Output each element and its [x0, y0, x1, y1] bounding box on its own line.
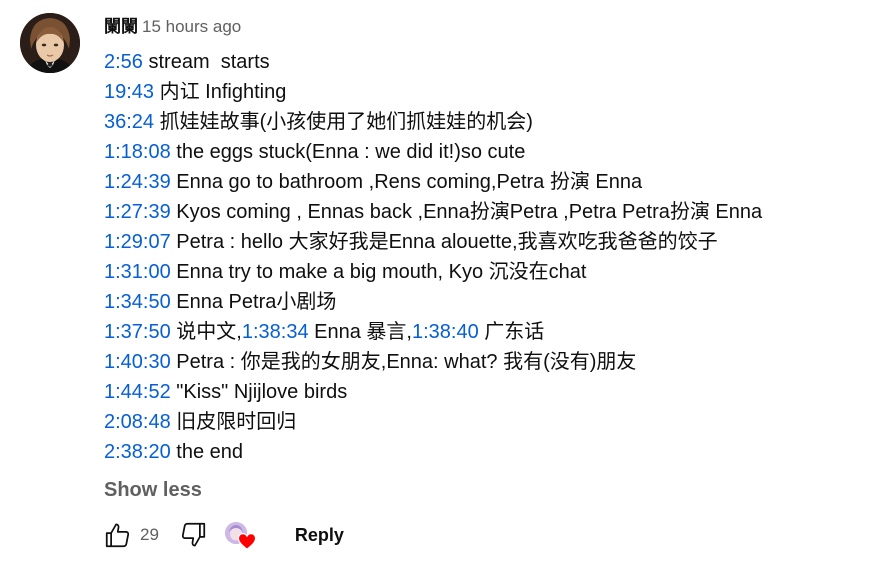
comment-line-text: 说中文,	[170, 321, 242, 343]
author-name[interactable]: 闌闌	[104, 17, 138, 36]
comment-line: 36:24 抓娃娃故事(小孩使用了她们抓娃娃的机会)	[104, 107, 874, 137]
timestamp-link[interactable]: 1:31:00	[104, 261, 171, 283]
comment-line: 1:44:52 "Kiss" Njijlove birds	[104, 377, 874, 407]
timestamp-link[interactable]: 1:37:50	[104, 321, 171, 343]
author-avatar[interactable]	[20, 13, 80, 73]
comment-line-text: the end	[170, 441, 244, 463]
comment-line: 1:29:07 Petra : hello 大家好我是Enna alouette…	[104, 227, 874, 257]
comment-line-text: Petra : 你是我的女朋友,Enna: what? 我有(没有)朋友	[170, 351, 637, 373]
like-count: 29	[140, 525, 159, 544]
timestamp-link[interactable]: 1:38:34	[242, 321, 309, 343]
timestamp-link[interactable]: 1:18:08	[104, 141, 171, 163]
comment-body: 闌闌 15 hours ago 2:56 stream starts 19:43 内…	[104, 14, 874, 505]
comment-line-text: Petra : hello 大家好我是Enna alouette,我喜欢吃我爸爸…	[170, 231, 718, 253]
timestamp-link[interactable]: 2:38:20	[104, 441, 171, 463]
comment-line-text: Enna 暴言,	[308, 321, 412, 343]
creator-heart	[223, 517, 259, 553]
timestamp-link[interactable]: 1:27:39	[104, 201, 171, 223]
reply-button[interactable]: Reply	[291, 517, 348, 554]
comment-line-text: 抓娃娃故事(小孩使用了她们抓娃娃的机会)	[154, 111, 533, 133]
timestamp-link[interactable]: 1:34:50	[104, 291, 171, 313]
comment-line: 1:40:30 Petra : 你是我的女朋友,Enna: what? 我有(没…	[104, 347, 874, 377]
like-button[interactable]	[98, 515, 138, 555]
comment-line: 1:18:08 the eggs stuck(Enna : we did it!…	[104, 137, 874, 167]
thumb-up-icon	[105, 523, 130, 548]
dislike-button[interactable]	[173, 515, 213, 555]
comment-line-text: Enna go to bathroom ,Rens coming,Petra 扮…	[170, 171, 643, 193]
comment-line: 1:27:39 Kyos coming , Ennas back ,Enna扮演…	[104, 197, 874, 227]
comment-line-text: 旧皮限时回归	[170, 411, 297, 433]
timestamp-link[interactable]: 1:44:52	[104, 381, 171, 403]
comment-line: 1:37:50 说中文,1:38:34 Enna 暴言,1:38:40 广东话	[104, 317, 874, 347]
timestamp-link[interactable]: 2:08:48	[104, 411, 171, 433]
comment-line: 19:43 内讧 Infighting	[104, 77, 874, 107]
comment-text: 2:56 stream starts 19:43 内讧 Infighting 36:…	[104, 47, 874, 467]
comment-header: 闌闌 15 hours ago	[104, 14, 874, 40]
comment-line: 2:08:48 旧皮限时回归	[104, 407, 874, 437]
timestamp-link[interactable]: 1:29:07	[104, 231, 171, 253]
timestamp-link[interactable]: 36:24	[104, 111, 154, 133]
author-avatar-image	[20, 13, 80, 73]
timestamp-link[interactable]: 2:56	[104, 51, 143, 73]
comment-line: 2:56 stream starts	[104, 47, 874, 77]
comment-time[interactable]: 15 hours ago	[142, 17, 241, 36]
comment-line: 1:31:00 Enna try to make a big mouth, Ky…	[104, 257, 874, 287]
comment-line-text: "Kiss" Njijlove birds	[170, 381, 348, 403]
show-less-button[interactable]: Show less	[104, 475, 202, 505]
comment-actions: 29 Reply	[98, 515, 348, 555]
comment-line-text: Enna Petra小剧场	[170, 291, 337, 313]
comment-line-text: 内讧 Infighting	[154, 81, 287, 103]
comment-line-text: the eggs stuck(Enna : we did it!)so cute	[170, 141, 526, 163]
timestamp-link[interactable]: 1:24:39	[104, 171, 171, 193]
comment-line-text: 广东话	[478, 321, 545, 343]
timestamp-link[interactable]: 1:38:40	[412, 321, 479, 343]
timestamp-link[interactable]: 19:43	[104, 81, 154, 103]
comment-line-text: Kyos coming , Ennas back ,Enna扮演Petra ,P…	[170, 201, 763, 223]
comment-line-text: stream starts	[142, 51, 270, 73]
thumb-down-icon	[181, 522, 206, 547]
comment-line: 1:34:50 Enna Petra小剧场	[104, 287, 874, 317]
comment-line-text: Enna try to make a big mouth, Kyo 沉没在cha…	[170, 261, 587, 283]
comment-line: 1:24:39 Enna go to bathroom ,Rens coming…	[104, 167, 874, 197]
timestamp-link[interactable]: 1:40:30	[104, 351, 171, 373]
creator-heart-icon	[237, 533, 257, 550]
comment-line: 2:38:20 the end	[104, 437, 874, 467]
